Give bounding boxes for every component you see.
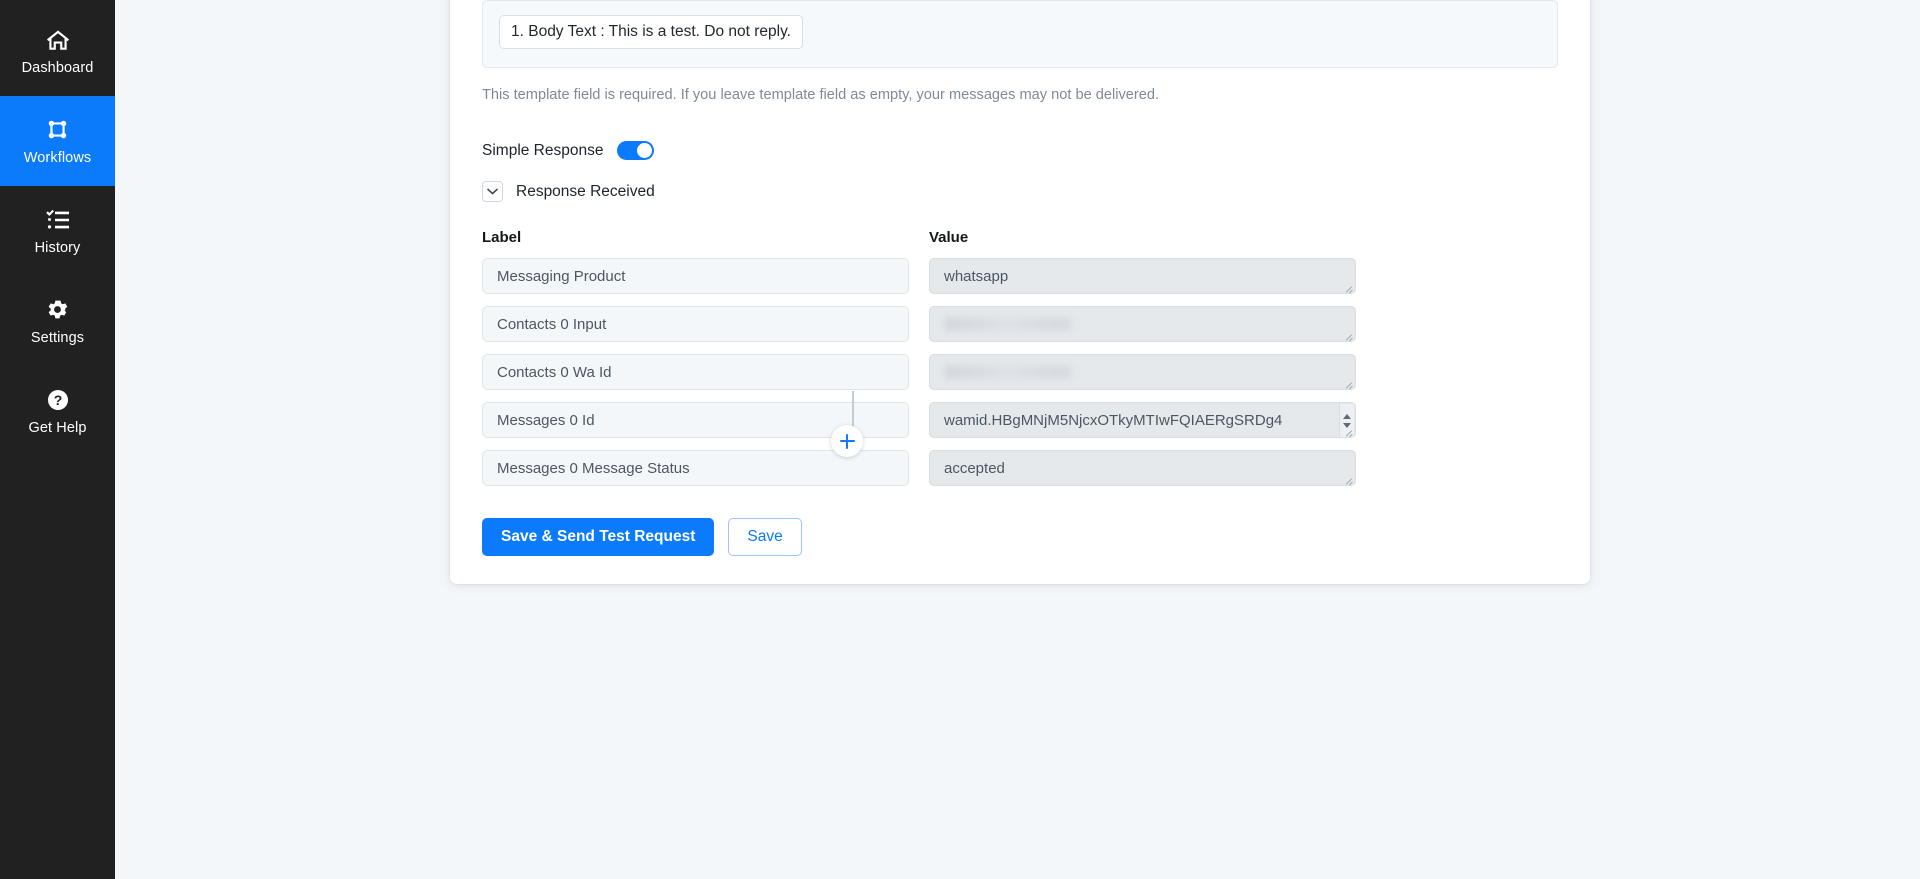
row-value-input[interactable] xyxy=(929,306,1356,343)
sidebar-item-label: History xyxy=(34,239,81,256)
home-icon xyxy=(45,27,71,53)
resize-grip-icon[interactable] xyxy=(1344,379,1353,388)
table-row: Contacts 0 Input xyxy=(482,306,1558,343)
stepper-up-icon[interactable] xyxy=(1343,414,1351,420)
template-body-text-chip[interactable]: 1. Body Text : This is a test. Do not re… xyxy=(499,15,803,49)
resize-grip-icon[interactable] xyxy=(1344,283,1353,292)
table-row: Messages 0 Message Status accepted xyxy=(482,450,1558,487)
gear-icon xyxy=(45,297,71,323)
save-and-send-test-request-button[interactable]: Save & Send Test Request xyxy=(482,518,715,557)
plus-icon-vertical xyxy=(845,433,849,449)
row-value-input[interactable]: wamid.HBgMNjM5NjcxOTkyMTIwFQIAERgSRDg4 xyxy=(929,402,1356,439)
simple-response-row: Simple Response xyxy=(482,141,1558,161)
template-preview-box: 1. Body Text : This is a test. Do not re… xyxy=(482,0,1558,68)
simple-response-toggle[interactable] xyxy=(617,141,655,161)
number-stepper[interactable] xyxy=(1339,404,1354,438)
node-actions: Save & Send Test Request Save xyxy=(482,518,1558,557)
app-root: Dashboard Workflows History Settings ? G… xyxy=(0,0,1920,879)
response-received-accordion-header[interactable]: Response Received xyxy=(482,181,1558,203)
add-node-button[interactable] xyxy=(831,425,863,457)
redacted-value xyxy=(944,317,1071,332)
row-label-input[interactable]: Messaging Product xyxy=(482,258,909,295)
template-help-text: This template field is required. If you … xyxy=(482,87,1160,103)
row-label-input[interactable]: Contacts 0 Input xyxy=(482,306,909,343)
question-circle-icon: ? xyxy=(45,387,71,413)
row-label-input[interactable]: Contacts 0 Wa Id xyxy=(482,354,909,391)
simple-response-label: Simple Response xyxy=(482,141,604,159)
resize-grip-icon[interactable] xyxy=(1344,475,1353,484)
sidebar-item-get-help[interactable]: ? Get Help xyxy=(0,366,115,456)
sidebar-item-label: Dashboard xyxy=(21,59,94,76)
table-row: Contacts 0 Wa Id xyxy=(482,354,1558,391)
redacted-value xyxy=(944,365,1071,380)
response-received-title: Response Received xyxy=(516,182,655,200)
row-value-input[interactable] xyxy=(929,354,1356,391)
column-header-label: Label xyxy=(482,229,522,247)
sidebar-item-dashboard[interactable]: Dashboard xyxy=(0,6,115,96)
workflow-canvas[interactable]: 1. Body Text : This is a test. Do not re… xyxy=(115,0,1920,879)
table-row: Messaging Product whatsapp xyxy=(482,258,1558,295)
sidebar-item-settings[interactable]: Settings xyxy=(0,276,115,366)
workflow-icon xyxy=(45,117,71,143)
sidebar-item-label: Get Help xyxy=(28,419,87,436)
workflow-node-card: 1. Body Text : This is a test. Do not re… xyxy=(450,0,1590,585)
column-header-value: Value xyxy=(929,229,969,247)
history-list-icon xyxy=(45,207,71,233)
row-value-input[interactable]: whatsapp xyxy=(929,258,1356,295)
row-value-input[interactable]: accepted xyxy=(929,450,1356,487)
main-sidebar: Dashboard Workflows History Settings ? G… xyxy=(0,0,115,879)
row-value-text: whatsapp xyxy=(944,267,1009,285)
row-value-text: accepted xyxy=(944,459,1005,477)
sidebar-item-history[interactable]: History xyxy=(0,186,115,276)
sidebar-item-label: Workflows xyxy=(23,149,92,166)
sidebar-item-workflows[interactable]: Workflows xyxy=(0,96,115,186)
save-button[interactable]: Save xyxy=(728,518,802,557)
svg-text:?: ? xyxy=(53,392,62,408)
table-row: Messages 0 Id wamid.HBgMNjM5NjcxOTkyMTIw… xyxy=(482,402,1558,439)
stepper-down-icon[interactable] xyxy=(1343,423,1351,429)
toggle-knob xyxy=(637,143,653,159)
row-value-text: wamid.HBgMNjM5NjcxOTkyMTIwFQIAERgSRDg4 xyxy=(944,411,1283,429)
sidebar-item-label: Settings xyxy=(30,329,85,346)
chevron-down-icon[interactable] xyxy=(482,181,503,203)
resize-grip-icon[interactable] xyxy=(1344,331,1353,340)
label-value-header: Label Value xyxy=(482,229,1558,246)
